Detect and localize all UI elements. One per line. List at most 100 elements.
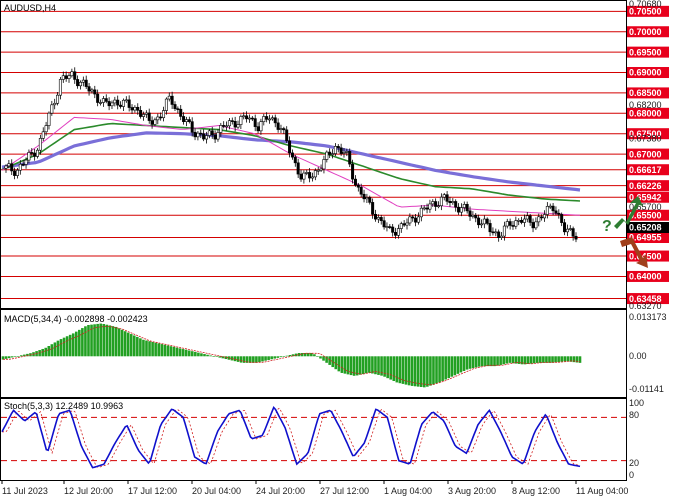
macd-bar	[132, 335, 136, 357]
candle-body	[247, 117, 251, 120]
macd-bar	[102, 324, 106, 357]
candle-body	[494, 231, 498, 234]
candle-body	[38, 138, 42, 151]
macd-bar	[236, 356, 240, 362]
candle-body	[104, 98, 108, 102]
macd-bar	[429, 356, 432, 386]
candle-body	[193, 131, 197, 138]
macd-bar	[468, 356, 472, 369]
candle-body	[101, 98, 105, 103]
candle-body	[167, 95, 171, 100]
stoch-tick-100: 100	[629, 398, 644, 408]
candle-body	[351, 163, 355, 180]
macd-bar	[99, 323, 102, 357]
candle-body	[84, 79, 88, 87]
candle-body	[388, 226, 392, 228]
candle-body	[144, 112, 148, 115]
macd-bar	[145, 340, 148, 357]
candle-body	[225, 125, 229, 128]
candle-body	[173, 104, 177, 109]
candle-body	[205, 135, 209, 140]
macd-bar	[87, 325, 90, 357]
candle-body	[219, 125, 223, 133]
candle-body	[571, 228, 575, 237]
candle-body	[411, 216, 415, 219]
candle-body	[273, 117, 277, 124]
macd-bar	[181, 349, 185, 357]
macd-bar	[316, 356, 319, 357]
time-label: 11 Jul 2023	[2, 486, 48, 496]
candle-body	[110, 102, 114, 107]
candle-body	[445, 194, 449, 202]
candle-body	[99, 102, 103, 104]
candle-body	[477, 217, 481, 226]
macd-bar	[160, 344, 164, 357]
macd-bar	[78, 329, 81, 357]
candle-body	[471, 214, 475, 217]
macd-panel-title: MACD(5,34,4) -0.002898 -0.002423	[4, 314, 148, 324]
candle-body	[136, 106, 140, 111]
candle-body	[179, 108, 183, 117]
macd-bar	[197, 352, 200, 357]
candle-body	[500, 235, 504, 238]
macd-bar	[484, 356, 487, 367]
macd-bar	[120, 329, 124, 357]
candle-body	[545, 206, 549, 215]
macd-bar	[371, 356, 374, 374]
candle-body	[233, 120, 237, 128]
candle-body	[262, 116, 266, 123]
macd-bar	[529, 356, 533, 364]
candle-body	[30, 152, 34, 154]
macd-bar	[343, 356, 347, 374]
candle-body	[133, 106, 137, 111]
candle-body	[431, 201, 435, 205]
candle-body	[522, 218, 526, 223]
macd-bar	[203, 354, 206, 357]
candle-body	[454, 201, 458, 208]
candle-body	[27, 152, 31, 161]
candle-body	[296, 162, 300, 175]
candle-body	[514, 220, 518, 227]
question-mark: ?	[602, 218, 612, 235]
candle-body	[419, 207, 423, 218]
macd-bar	[114, 326, 118, 357]
macd-tick-zero: 0.00	[629, 351, 647, 361]
level-label: 0.68500	[629, 88, 662, 98]
candle-body	[21, 163, 25, 166]
time-label: 17 Jul 12:00	[128, 486, 177, 496]
macd-bar	[276, 356, 280, 358]
macd-bar	[136, 336, 139, 357]
candle-body	[557, 212, 561, 215]
candle-body	[448, 201, 452, 204]
candle-body	[531, 222, 535, 229]
candle-body	[124, 99, 128, 102]
macd-bar	[187, 350, 191, 357]
macd-bar	[426, 356, 429, 387]
candle-body	[325, 151, 329, 160]
macd-bar	[10, 356, 14, 358]
candle-body	[359, 186, 363, 195]
candle-body	[81, 79, 85, 83]
candle-body	[199, 132, 203, 135]
candle-body	[396, 228, 400, 236]
level-label: 0.66226	[629, 181, 662, 191]
macd-bar	[423, 356, 426, 388]
candle-body	[402, 223, 406, 226]
candle-body	[399, 223, 403, 229]
macd-bar	[50, 344, 54, 357]
candle-body	[236, 124, 240, 128]
candle-body	[121, 99, 125, 107]
candle-body	[422, 207, 426, 210]
candle-body	[93, 89, 97, 95]
macd-bar	[84, 326, 87, 357]
macd-bar	[209, 355, 212, 357]
chart-canvas: 0.705000.700000.695000.690000.685000.680…	[0, 0, 669, 496]
candle-body	[156, 116, 160, 121]
time-label: 20 Jul 04:00	[192, 486, 241, 496]
candle-body	[328, 151, 332, 155]
candle-body	[253, 118, 257, 127]
macd-bar	[111, 326, 115, 357]
level-label: 0.69500	[629, 47, 662, 57]
candle-body	[279, 128, 283, 130]
time-label: 27 Jul 12:00	[320, 486, 369, 496]
